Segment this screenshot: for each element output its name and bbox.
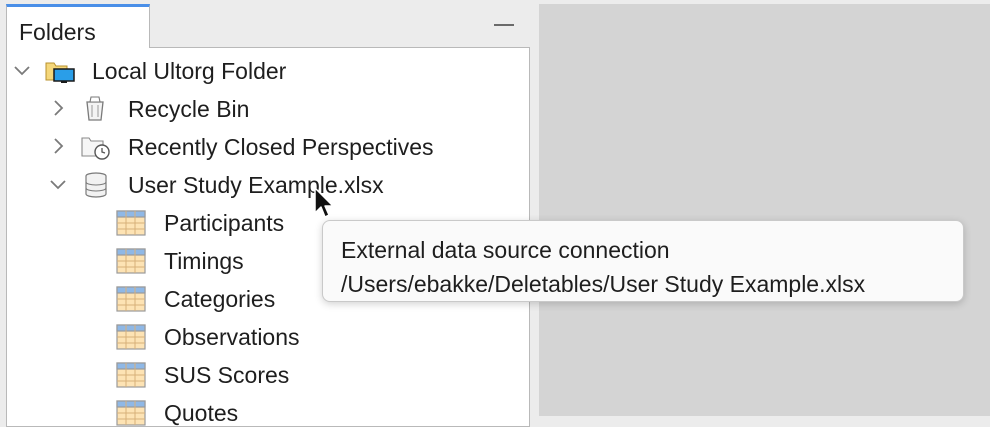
editor-area <box>539 4 990 416</box>
tree-item-table-observations[interactable]: Observations <box>7 319 529 355</box>
tree-item-label: SUS Scores <box>164 362 290 388</box>
tree-item-table-quotes[interactable]: Quotes <box>7 395 529 426</box>
tree-item-recycle-bin[interactable]: Recycle Bin <box>7 91 529 127</box>
tree-item-local-ultorg-folder[interactable]: Local Ultorg Folder <box>7 53 529 89</box>
minimize-icon[interactable] <box>494 24 514 26</box>
folder-clock-icon <box>81 137 110 160</box>
folders-tab-label: Folders <box>19 19 96 45</box>
tree-item-label: Local Ultorg Folder <box>92 58 287 84</box>
tree-item-label: Participants <box>164 210 285 236</box>
chevron-right-icon[interactable] <box>49 137 67 155</box>
database-icon <box>85 172 107 198</box>
tree-item-label: Categories <box>164 286 276 312</box>
tooltip-path: /Users/ebakke/Deletables/User Study Exam… <box>341 271 866 297</box>
tree-item-label: Recently Closed Perspectives <box>128 134 434 160</box>
tree-item-label: Recycle Bin <box>128 96 250 122</box>
tree-item-table-sus-scores[interactable]: SUS Scores <box>7 357 529 393</box>
tooltip-title: External data source connection <box>341 237 670 263</box>
chevron-down-icon[interactable] <box>13 61 31 79</box>
table-icon <box>116 324 146 350</box>
folder-computer-icon <box>45 62 75 83</box>
tree-item-label: Quotes <box>164 400 239 426</box>
mouse-cursor-icon <box>314 187 334 218</box>
table-icon <box>116 400 146 426</box>
recycle-bin-icon <box>86 96 104 121</box>
table-icon <box>116 286 146 312</box>
table-icon <box>116 362 146 388</box>
table-icon <box>116 248 146 274</box>
tree-item-label: Observations <box>164 324 300 350</box>
tree-item-label: Timings <box>164 248 244 274</box>
table-icon <box>116 210 146 236</box>
tooltip: External data source connection /Users/e… <box>322 220 964 302</box>
tree-item-recently-closed-perspectives[interactable]: Recently Closed Perspectives <box>7 129 529 165</box>
chevron-down-icon[interactable] <box>49 175 67 193</box>
tree-item-user-study-example[interactable]: User Study Example.xlsx <box>7 167 529 203</box>
folders-tab[interactable]: Folders <box>6 4 150 48</box>
tree-item-label: User Study Example.xlsx <box>128 172 384 198</box>
chevron-right-icon[interactable] <box>49 99 67 117</box>
